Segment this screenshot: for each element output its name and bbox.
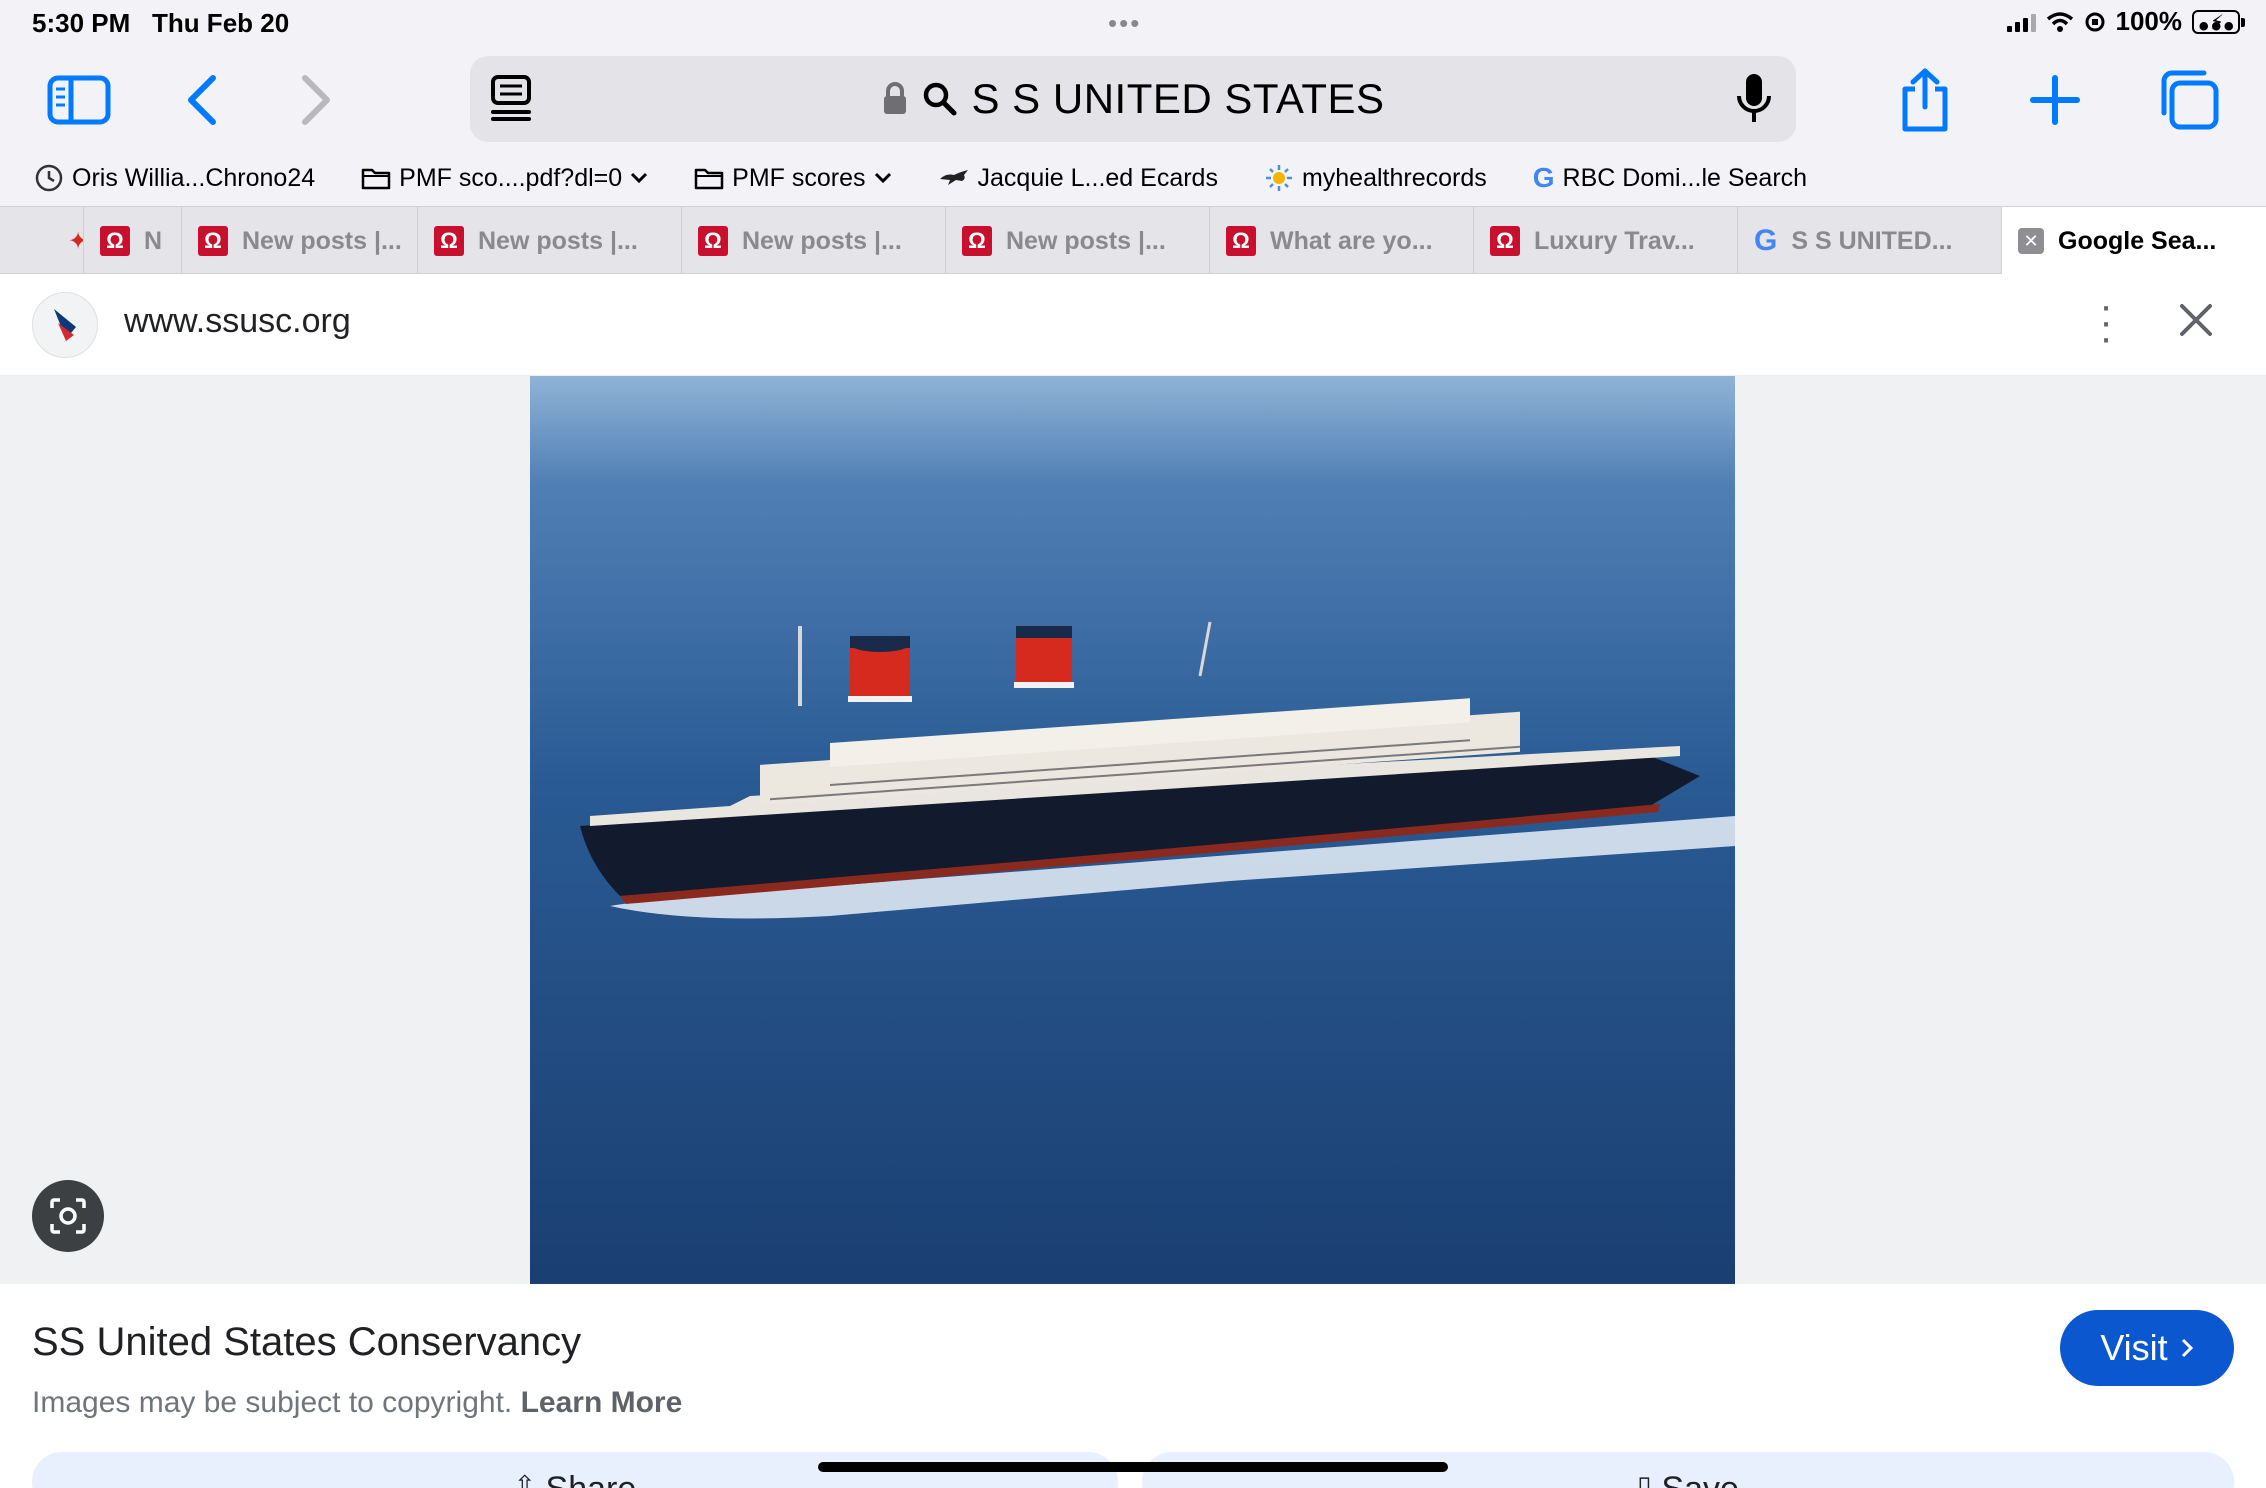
bookmark-icon: ▯ bbox=[1637, 1470, 1652, 1488]
chrono24-icon bbox=[35, 164, 63, 192]
omega-icon: Ω bbox=[1490, 226, 1520, 256]
image-source-header: www.ssusc.org · · · bbox=[0, 274, 2266, 376]
share-icon[interactable] bbox=[1890, 68, 1960, 132]
back-icon[interactable] bbox=[168, 70, 238, 130]
bookmarks-bar: Oris Willia...Chrono24 PMF sco....pdf?dl… bbox=[0, 150, 2266, 206]
tab-item[interactable]: Ω New posts |... bbox=[418, 207, 682, 275]
image-info-panel: SS United States Conservancy Images may … bbox=[0, 1284, 2266, 1488]
tab-bar: ✦ ΩN ΩNew posts |... ΩNew posts |... ΩNe… bbox=[0, 206, 2266, 275]
tab-item[interactable]: Ω New posts |... bbox=[182, 207, 418, 275]
funnel-aft bbox=[1014, 626, 1074, 688]
tab-item[interactable]: Ω New posts |... bbox=[946, 207, 1210, 275]
tab-canada[interactable]: ✦ bbox=[28, 207, 84, 275]
home-indicator[interactable] bbox=[818, 1462, 1448, 1472]
bookmark-pmf-scores[interactable]: PMF scores bbox=[694, 164, 891, 193]
tab-item[interactable]: GS S UNITED... bbox=[1738, 207, 2002, 275]
google-icon: G bbox=[1532, 162, 1555, 193]
close-tab-icon[interactable]: ✕ bbox=[2018, 228, 2044, 254]
bookmark-chrono24[interactable]: Oris Willia...Chrono24 bbox=[34, 163, 315, 193]
tab-item[interactable]: Ω Luxury Trav... bbox=[1474, 207, 1738, 275]
more-bookmarks-icon[interactable]: ••• bbox=[2198, 10, 2236, 44]
source-url[interactable]: www.ssusc.org bbox=[124, 302, 351, 341]
greyhound-icon bbox=[939, 170, 968, 185]
tab-item[interactable]: Ω What are yo... bbox=[1210, 207, 1474, 275]
search-icon bbox=[923, 82, 956, 116]
more-options-icon[interactable]: · · · bbox=[2096, 286, 2116, 358]
bookmark-myhealthrecords[interactable]: myhealthrecords bbox=[1264, 163, 1487, 193]
tab-item[interactable]: Ω New posts |... bbox=[682, 207, 946, 275]
multitasking-dots-icon[interactable]: ••• bbox=[1108, 8, 1141, 39]
plus-icon[interactable] bbox=[2020, 70, 2090, 130]
status-time: 5:30 PM Thu Feb 20 bbox=[32, 8, 290, 38]
address-bar[interactable]: S S UNITED STATES bbox=[470, 56, 1796, 142]
tab-item[interactable]: ΩN bbox=[84, 207, 182, 275]
omega-icon: Ω bbox=[1226, 226, 1256, 256]
maple-leaf-icon: ✦ bbox=[68, 227, 83, 256]
result-title[interactable]: SS United States Conservancy bbox=[32, 1320, 581, 1365]
image-viewer bbox=[0, 376, 2266, 1284]
share-icon: ⇧ bbox=[513, 1470, 536, 1488]
bookmark-pmf-pdf[interactable]: PMF sco....pdf?dl=0 bbox=[361, 164, 648, 193]
bookmark-ecards[interactable]: Jacquie L...ed Ecards bbox=[938, 164, 1218, 193]
status-bar: 5:30 PM Thu Feb 20 ••• 100% ⚡ bbox=[0, 0, 2266, 50]
ship-photo[interactable] bbox=[530, 376, 1735, 1284]
bookmark-rbc[interactable]: G RBC Domi...le Search bbox=[1533, 162, 1807, 194]
learn-more-link[interactable]: Learn More bbox=[521, 1386, 683, 1419]
omega-icon: Ω bbox=[198, 226, 228, 256]
omega-icon: Ω bbox=[434, 226, 464, 256]
microphone-icon[interactable] bbox=[1734, 72, 1774, 131]
close-icon[interactable] bbox=[2178, 302, 2214, 343]
tab-active[interactable]: ✕ Google Sea... bbox=[2002, 207, 2266, 275]
google-icon: G bbox=[1754, 224, 1778, 257]
folder-icon bbox=[694, 168, 724, 190]
orientation-lock-icon bbox=[2085, 12, 2104, 31]
lens-search-icon[interactable] bbox=[32, 1180, 104, 1252]
lock-icon bbox=[883, 82, 906, 114]
address-content: S S UNITED STATES bbox=[470, 56, 1796, 142]
omega-icon: Ω bbox=[962, 226, 992, 256]
site-logo bbox=[32, 292, 98, 358]
omega-icon: Ω bbox=[100, 226, 130, 256]
wifi-icon bbox=[2046, 11, 2073, 32]
sun-icon bbox=[1265, 165, 1292, 191]
copyright-notice: Images may be subject to copyright. Lear… bbox=[32, 1386, 683, 1419]
visit-button[interactable]: Visit bbox=[2060, 1310, 2234, 1386]
omega-icon: Ω bbox=[698, 226, 728, 256]
sidebar-icon[interactable] bbox=[44, 70, 114, 130]
address-text: S S UNITED STATES bbox=[971, 75, 1385, 122]
battery-percent: 100% bbox=[2115, 6, 2183, 36]
folder-icon bbox=[361, 168, 391, 190]
tabs-icon[interactable] bbox=[2154, 70, 2224, 130]
forward-icon[interactable] bbox=[280, 70, 350, 130]
chevron-right-icon bbox=[2181, 1338, 2193, 1358]
funnel-fore bbox=[848, 636, 912, 702]
chevron-down-icon bbox=[631, 172, 648, 184]
cellular-signal-icon bbox=[2006, 12, 2036, 32]
chevron-down-icon bbox=[874, 172, 891, 184]
